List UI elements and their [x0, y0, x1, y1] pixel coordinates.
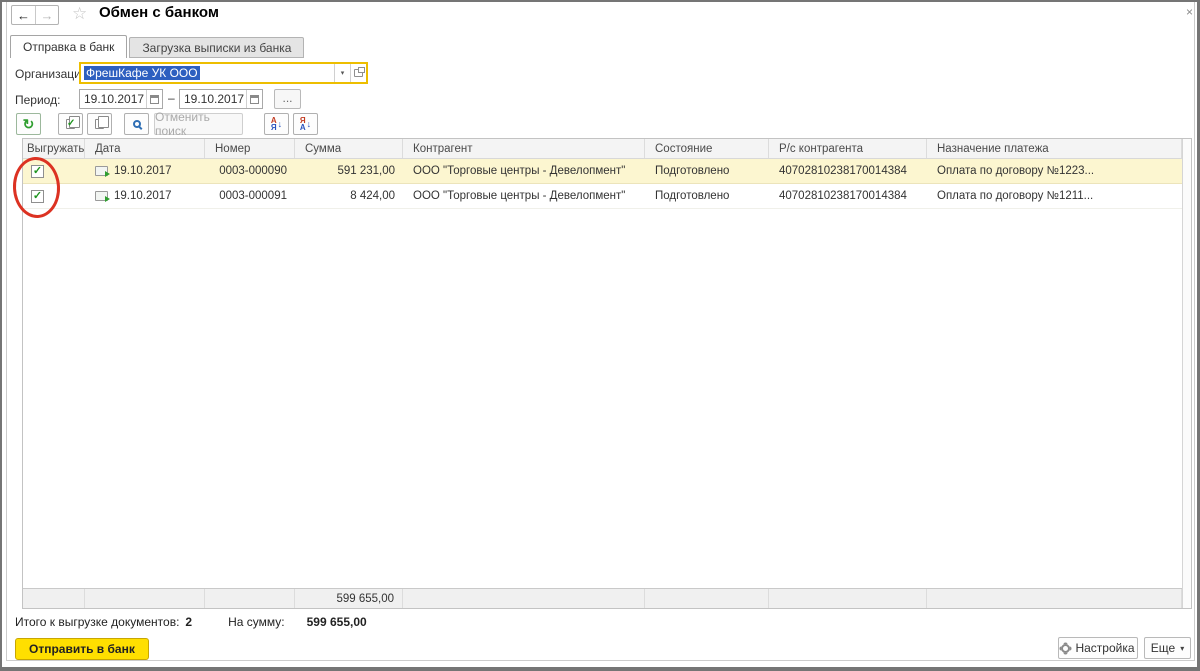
- export-document-icon: [95, 191, 108, 201]
- period-from-field[interactable]: 19.10.2017: [79, 89, 163, 109]
- check-all-button[interactable]: ✓: [58, 113, 83, 135]
- export-document-icon: [95, 166, 108, 176]
- more-button[interactable]: Еще ▾: [1144, 637, 1191, 659]
- organization-dropdown-button[interactable]: ▾: [334, 64, 350, 82]
- close-icon[interactable]: ×: [1186, 5, 1193, 19]
- search-button[interactable]: [124, 113, 149, 135]
- row-account: 40702810238170014384: [769, 190, 927, 202]
- settings-button-label: Настройка: [1075, 641, 1134, 655]
- column-header-contractor[interactable]: Контрагент: [403, 139, 645, 158]
- summary-docs-label: Итого к выгрузке документов:: [15, 615, 179, 629]
- row-amount: 591 231,00: [295, 165, 403, 177]
- gear-icon: [1061, 644, 1070, 653]
- organization-value: ФрешКафе УК ООО: [84, 66, 200, 80]
- documents-table: Выгружать Дата Номер Сумма Контрагент Со…: [22, 138, 1192, 609]
- sort-descending-icon: ЯА ↓: [300, 117, 311, 131]
- organization-field[interactable]: ФрешКафе УК ООО ▾: [79, 62, 368, 84]
- column-header-date[interactable]: Дата: [85, 139, 205, 158]
- back-icon: ←: [17, 8, 30, 23]
- chevron-down-icon: ▾: [341, 69, 345, 77]
- column-header-purpose[interactable]: Назначение платежа: [927, 139, 1182, 158]
- page-title: Обмен с банком: [99, 4, 219, 21]
- period-to-field[interactable]: 19.10.2017: [179, 89, 263, 109]
- organization-open-button[interactable]: [350, 64, 366, 82]
- check-icon: ✓: [33, 166, 42, 177]
- sort-ascending-icon: АЯ ↓: [271, 117, 282, 131]
- nav-history-group: ← →: [11, 5, 59, 25]
- column-header-amount[interactable]: Сумма: [295, 139, 403, 158]
- table-scrollbar[interactable]: [1182, 139, 1191, 608]
- table-empty-area: [23, 209, 1182, 588]
- row-number: 0003-000091: [205, 190, 295, 202]
- total-amount: 599 655,00: [295, 589, 403, 608]
- row-contractor: ООО "Торговые центры - Девелопмент": [403, 190, 645, 202]
- row-purpose: Оплата по договору №1211...: [927, 190, 1182, 202]
- more-button-label: Еще: [1151, 641, 1175, 655]
- column-header-account[interactable]: Р/с контрагента: [769, 139, 927, 158]
- back-button[interactable]: ←: [12, 6, 35, 24]
- summary-amount-value: 599 655,00: [307, 615, 367, 629]
- check-all-icon: ✓: [66, 119, 75, 129]
- settings-button[interactable]: Настройка: [1058, 637, 1138, 659]
- favorite-star-icon[interactable]: ☆: [72, 4, 87, 24]
- forward-icon: →: [41, 8, 54, 23]
- column-header-number[interactable]: Номер: [205, 139, 295, 158]
- tab-load-statement[interactable]: Загрузка выписки из банка: [129, 37, 304, 58]
- period-from-input[interactable]: 19.10.2017: [80, 90, 146, 108]
- row-state: Подготовлено: [645, 190, 769, 202]
- period-dash: –: [168, 91, 175, 105]
- summary-line: Итого к выгрузке документов: 2 На сумму: 59…: [15, 615, 367, 629]
- table-row[interactable]: ✓ 19.10.2017 0003-000090 591 231,00 ООО …: [23, 159, 1182, 184]
- column-header-export[interactable]: Выгружать: [23, 139, 85, 158]
- period-label: Период:: [15, 93, 60, 107]
- forward-button[interactable]: →: [35, 6, 58, 24]
- organization-input[interactable]: ФрешКафе УК ООО: [81, 64, 334, 82]
- period-more-button[interactable]: ...: [274, 89, 301, 109]
- cancel-search-button: Отменить поиск: [154, 113, 243, 135]
- search-icon: [133, 120, 141, 128]
- summary-amount-label: На сумму:: [228, 615, 285, 629]
- chevron-down-icon: ▾: [1180, 644, 1184, 653]
- refresh-icon: ↻: [23, 117, 35, 131]
- refresh-button[interactable]: ↻: [16, 113, 41, 135]
- uncheck-all-button[interactable]: [87, 113, 112, 135]
- export-checkbox[interactable]: ✓: [31, 165, 44, 178]
- row-account: 40702810238170014384: [769, 165, 927, 177]
- sort-descending-button[interactable]: ЯА ↓: [293, 113, 318, 135]
- row-date: 19.10.2017: [114, 165, 172, 177]
- open-link-icon: [354, 69, 363, 77]
- calendar-icon: [150, 95, 159, 104]
- tab-bar: Отправка в банк Загрузка выписки из банк…: [10, 35, 304, 58]
- row-number: 0003-000090: [205, 165, 295, 177]
- period-to-calendar-button[interactable]: [246, 90, 262, 108]
- check-icon: ✓: [33, 191, 42, 202]
- export-checkbox[interactable]: ✓: [31, 190, 44, 203]
- send-to-bank-button[interactable]: Отправить в банк: [15, 638, 149, 660]
- table-header-row: Выгружать Дата Номер Сумма Контрагент Со…: [23, 139, 1182, 159]
- column-header-state[interactable]: Состояние: [645, 139, 769, 158]
- table-row[interactable]: ✓ 19.10.2017 0003-000091 8 424,00 ООО "Т…: [23, 184, 1182, 209]
- tab-send-to-bank[interactable]: Отправка в банк: [10, 35, 127, 58]
- sort-ascending-button[interactable]: АЯ ↓: [264, 113, 289, 135]
- row-contractor: ООО "Торговые центры - Девелопмент": [403, 165, 645, 177]
- summary-docs-count: 2: [185, 615, 192, 629]
- table-totals-row: 599 655,00: [23, 588, 1182, 608]
- row-state: Подготовлено: [645, 165, 769, 177]
- row-purpose: Оплата по договору №1223...: [927, 165, 1182, 177]
- documents-stack-icon: [95, 119, 104, 129]
- calendar-icon: [250, 95, 259, 104]
- row-amount: 8 424,00: [295, 190, 403, 202]
- period-from-calendar-button[interactable]: [146, 90, 162, 108]
- period-to-input[interactable]: 19.10.2017: [180, 90, 246, 108]
- row-date: 19.10.2017: [114, 190, 172, 202]
